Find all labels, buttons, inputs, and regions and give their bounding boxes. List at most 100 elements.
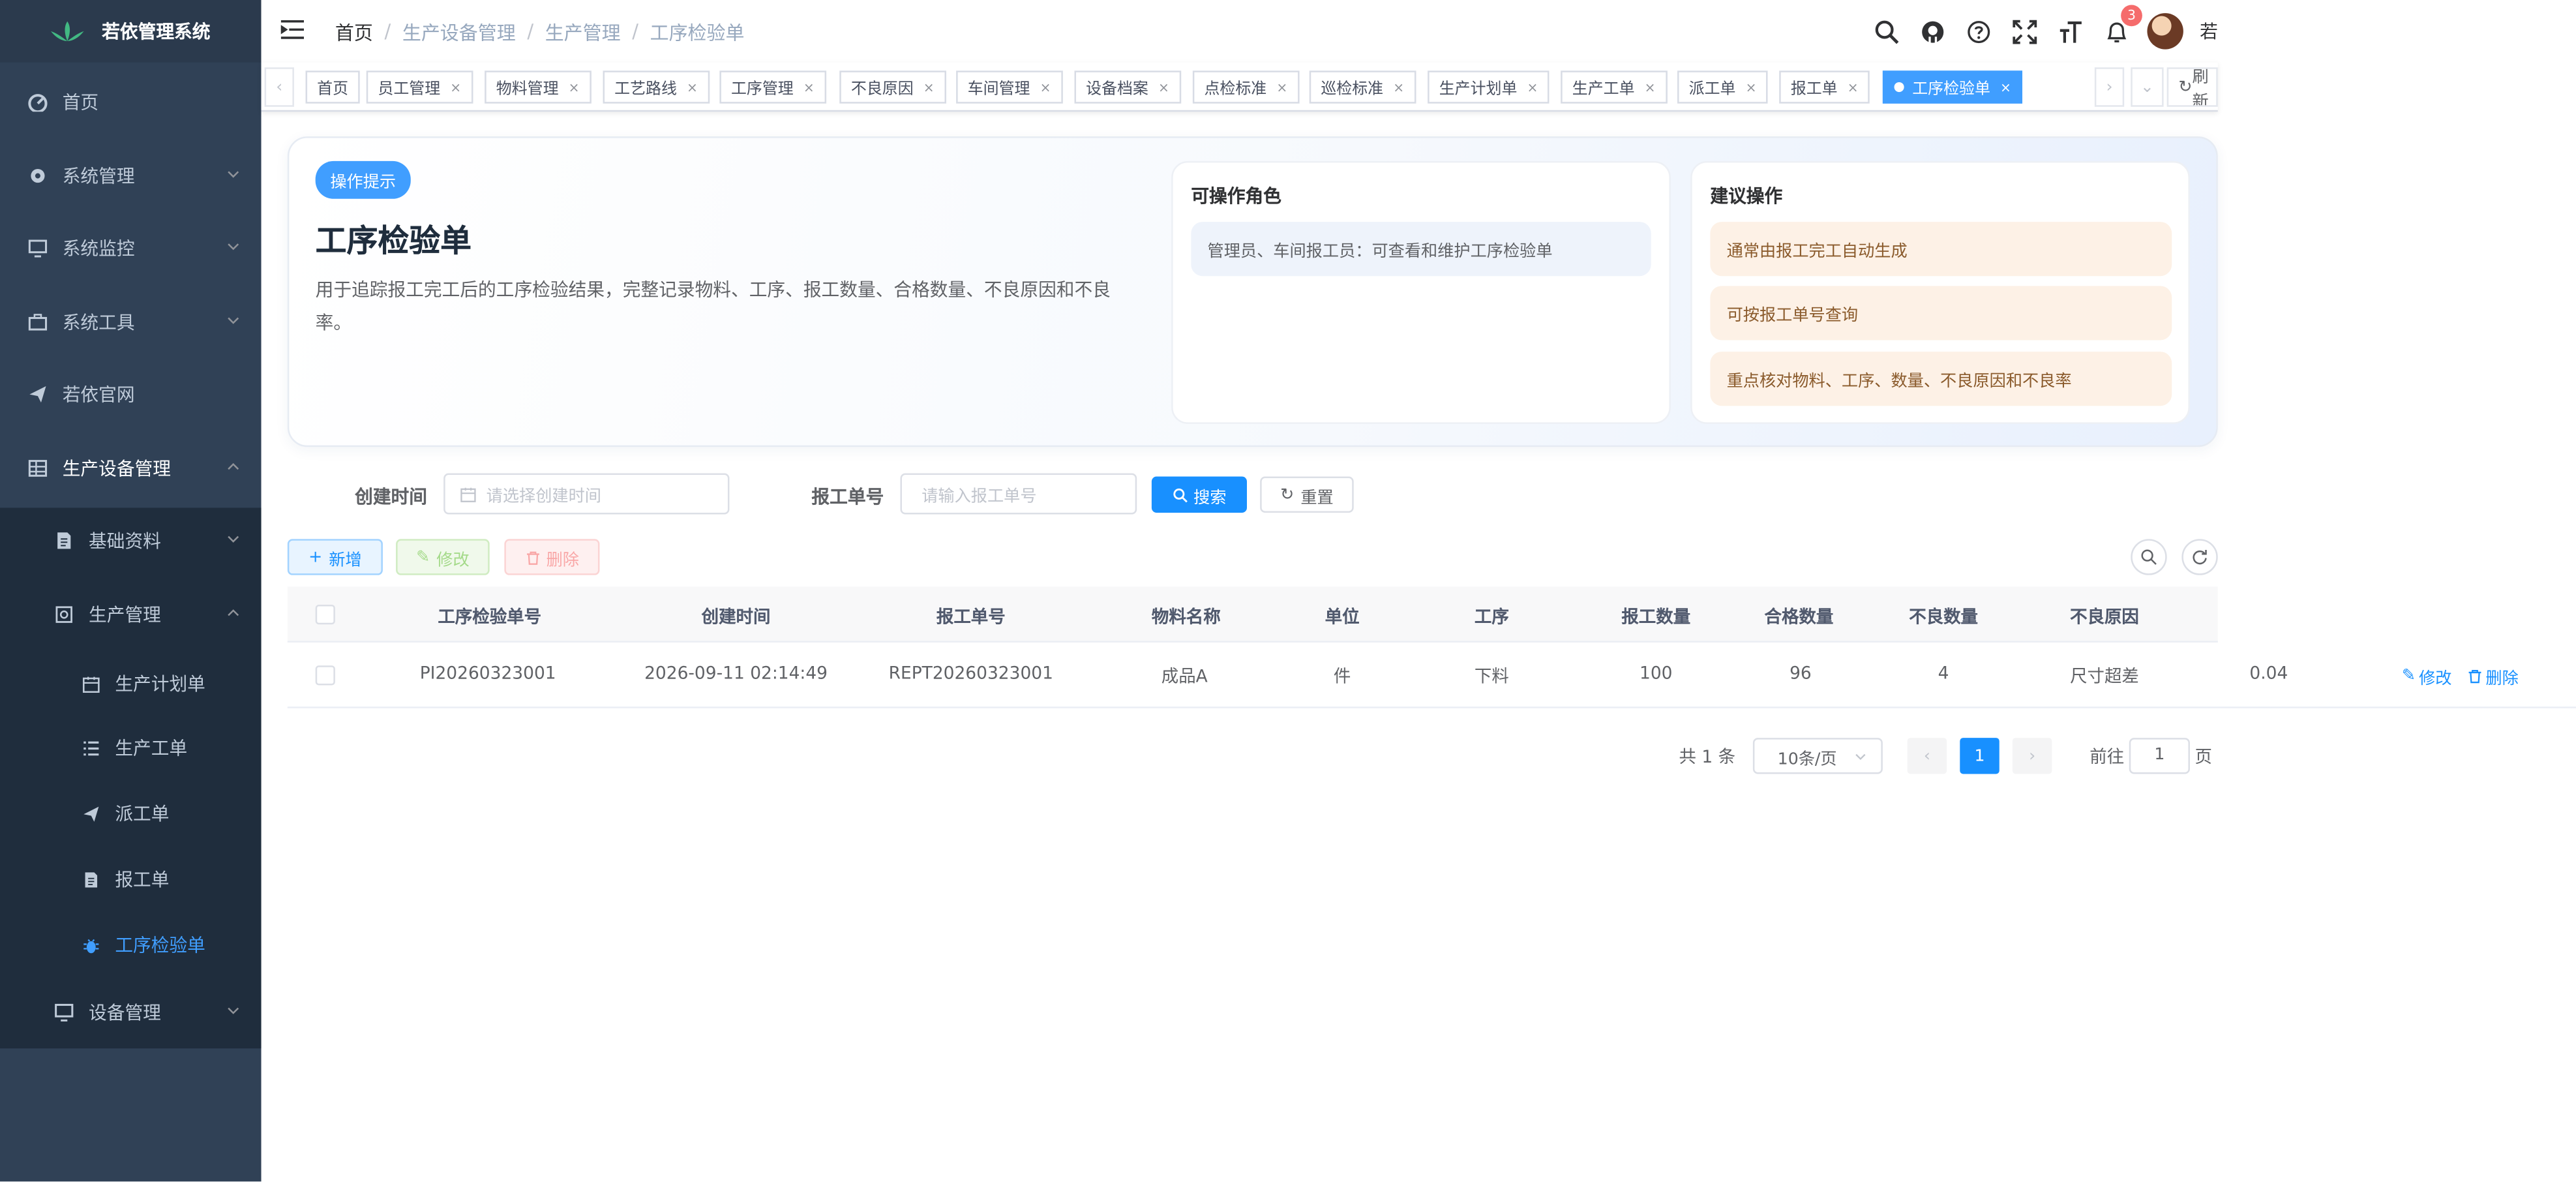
delete-button[interactable]: 删除	[504, 539, 600, 575]
sidebar-item-tools[interactable]: 系统工具	[0, 289, 262, 355]
breadcrumb-item[interactable]: 首页	[335, 20, 373, 46]
username[interactable]: 若	[2200, 18, 2218, 44]
tab-tag[interactable]: 车间管理 ×	[956, 70, 1063, 104]
page-size-select[interactable]: 10条/页	[1752, 738, 1883, 774]
tab-tag[interactable]: 生产计划单 ×	[1428, 70, 1550, 104]
search-icon[interactable]	[1871, 16, 1900, 46]
search-button[interactable]: 搜索	[1151, 476, 1247, 513]
tags-refresh-button[interactable]: ↻ 刷新	[2166, 67, 2218, 107]
sidebar-item-basic-data[interactable]: 基础资料	[0, 508, 262, 573]
sidebar-item-home[interactable]: 首页	[0, 69, 262, 135]
tab-tag[interactable]: 巡检标准 ×	[1309, 70, 1416, 104]
tab-label: 工序检验单	[1912, 80, 1990, 99]
font-size-icon[interactable]	[2055, 16, 2084, 46]
sidebar-item-dispatch[interactable]: 派工单	[0, 781, 262, 847]
row-checkbox[interactable]	[315, 665, 335, 686]
row-edit-link[interactable]: ✎ 修改	[2402, 664, 2452, 689]
close-icon[interactable]: ×	[1746, 80, 1757, 95]
tab-tag[interactable]: 点检标准 ×	[1192, 70, 1299, 104]
chevron-up-icon	[228, 462, 239, 470]
report-no-placeholder: 请输入报工单号	[921, 488, 1037, 506]
close-icon[interactable]: ×	[1393, 80, 1404, 95]
close-icon[interactable]: ×	[1848, 80, 1859, 95]
created-time-picker[interactable]: 请选择创建时间	[443, 473, 730, 515]
hamburger-icon[interactable]	[280, 20, 305, 39]
cell-defect-rate: 0.04	[2249, 663, 2288, 684]
edit-button[interactable]: ✎ 修改	[396, 539, 490, 575]
breadcrumb-separator: /	[632, 20, 638, 43]
close-icon[interactable]: ×	[2000, 80, 2011, 95]
sidebar-item-production-equipment[interactable]: 生产设备管理	[0, 436, 262, 502]
close-icon[interactable]: ×	[450, 80, 461, 95]
add-button[interactable]: + 新增	[287, 539, 383, 575]
column-header: 不良数量	[1909, 608, 1978, 628]
column-header: 合格数量	[1764, 608, 1834, 628]
tags-dropdown-button[interactable]: ⌄	[2131, 67, 2164, 107]
cell-process: 下料	[1474, 667, 1509, 687]
github-icon[interactable]	[1917, 16, 1947, 46]
page-size-value: 10条/页	[1777, 750, 1837, 768]
report-no-input[interactable]: 请输入报工单号	[900, 473, 1137, 515]
tab-tag[interactable]: 首页	[305, 70, 360, 104]
app-logo[interactable]: 若依管理系统	[0, 0, 262, 63]
sidebar-item-process-inspection[interactable]: 工序检验单	[0, 912, 262, 978]
sidebar-item-website[interactable]: 若依官网	[0, 361, 262, 427]
sidebar-item-system[interactable]: 系统管理	[0, 143, 262, 209]
tags-scroll-right-button[interactable]: ›	[2094, 67, 2125, 107]
sidebar-item-label: 生产计划单	[115, 673, 205, 695]
tab-tag[interactable]: 工序管理 ×	[719, 70, 826, 104]
close-icon[interactable]: ×	[1276, 80, 1287, 95]
next-page-button[interactable]: ›	[2012, 738, 2052, 774]
cell-report-no: REPT20260323001	[888, 663, 1053, 684]
close-icon[interactable]: ×	[1040, 80, 1051, 95]
tab-tag[interactable]: 报工单 ×	[1779, 70, 1870, 104]
avatar[interactable]	[2147, 13, 2183, 50]
help-icon[interactable]	[1963, 16, 1992, 46]
reset-button[interactable]: ↻ 重置	[1260, 476, 1354, 513]
tab-tag[interactable]: 物料管理 ×	[485, 70, 592, 104]
tab-tag-active[interactable]: 工序检验单 ×	[1882, 70, 2023, 104]
close-icon[interactable]: ×	[569, 80, 580, 95]
sidebar-item-work-order[interactable]: 生产工单	[0, 715, 262, 781]
column-header: 不良原因	[2070, 608, 2139, 628]
sidebar-item-production-management[interactable]: 生产管理	[0, 582, 262, 648]
close-icon[interactable]: ×	[1527, 80, 1538, 95]
sidebar-item-label: 生产设备管理	[62, 458, 171, 480]
toggle-search-button[interactable]	[2131, 539, 2167, 575]
tab-label: 车间管理	[967, 80, 1030, 99]
close-icon[interactable]: ×	[803, 80, 815, 95]
close-icon[interactable]: ×	[1158, 80, 1169, 95]
breadcrumb-item: 生产管理	[545, 21, 621, 45]
calendar-icon	[460, 487, 476, 502]
tab-tag[interactable]: 派工单 ×	[1677, 70, 1769, 104]
tags-scroll-left-button[interactable]: ‹	[264, 67, 294, 107]
page-title: 工序检验单	[315, 223, 472, 260]
toolbox-icon	[26, 311, 49, 333]
close-icon[interactable]: ×	[1645, 80, 1656, 95]
list-icon	[79, 736, 102, 759]
sidebar-item-device-management[interactable]: 设备管理	[0, 979, 262, 1045]
tags-view: ‹ 首页 员工管理 × 物料管理 × 工艺路线 × 工序管理 × 不良原因 × 车间管理 ×…	[261, 62, 2218, 112]
bell-icon[interactable]: 3	[2101, 5, 2142, 46]
form-icon	[53, 603, 76, 626]
close-icon[interactable]: ×	[687, 80, 698, 95]
tab-tag[interactable]: 工艺路线 ×	[603, 70, 710, 104]
tab-tag[interactable]: 设备档案 ×	[1074, 70, 1181, 104]
sidebar-item-label: 生产工单	[115, 738, 188, 759]
prev-page-button[interactable]: ‹	[1907, 738, 1947, 774]
tab-tag[interactable]: 员工管理 ×	[366, 70, 473, 104]
tab-tag[interactable]: 不良原因 ×	[839, 70, 946, 104]
sidebar-item-report[interactable]: 报工单	[0, 846, 262, 912]
refresh-table-button[interactable]	[2181, 539, 2218, 575]
sidebar-item-monitor[interactable]: 系统监控	[0, 215, 262, 281]
tab-tag[interactable]: 生产工单 ×	[1561, 70, 1668, 104]
sidebar-item-production-plan[interactable]: 生产计划单	[0, 651, 262, 717]
select-all-checkbox[interactable]	[315, 605, 335, 625]
table-row[interactable]: PI20260323001 2026-09-11 02:14:49 REPT20…	[287, 642, 2576, 708]
fullscreen-icon[interactable]	[2009, 16, 2039, 46]
page-number-button[interactable]: 1	[1960, 738, 1999, 774]
close-icon[interactable]: ×	[923, 80, 935, 95]
goto-page-input[interactable]: 1	[2129, 738, 2190, 774]
row-delete-link[interactable]: 删除	[2468, 664, 2519, 689]
edit-icon: ✎	[2401, 667, 2416, 686]
